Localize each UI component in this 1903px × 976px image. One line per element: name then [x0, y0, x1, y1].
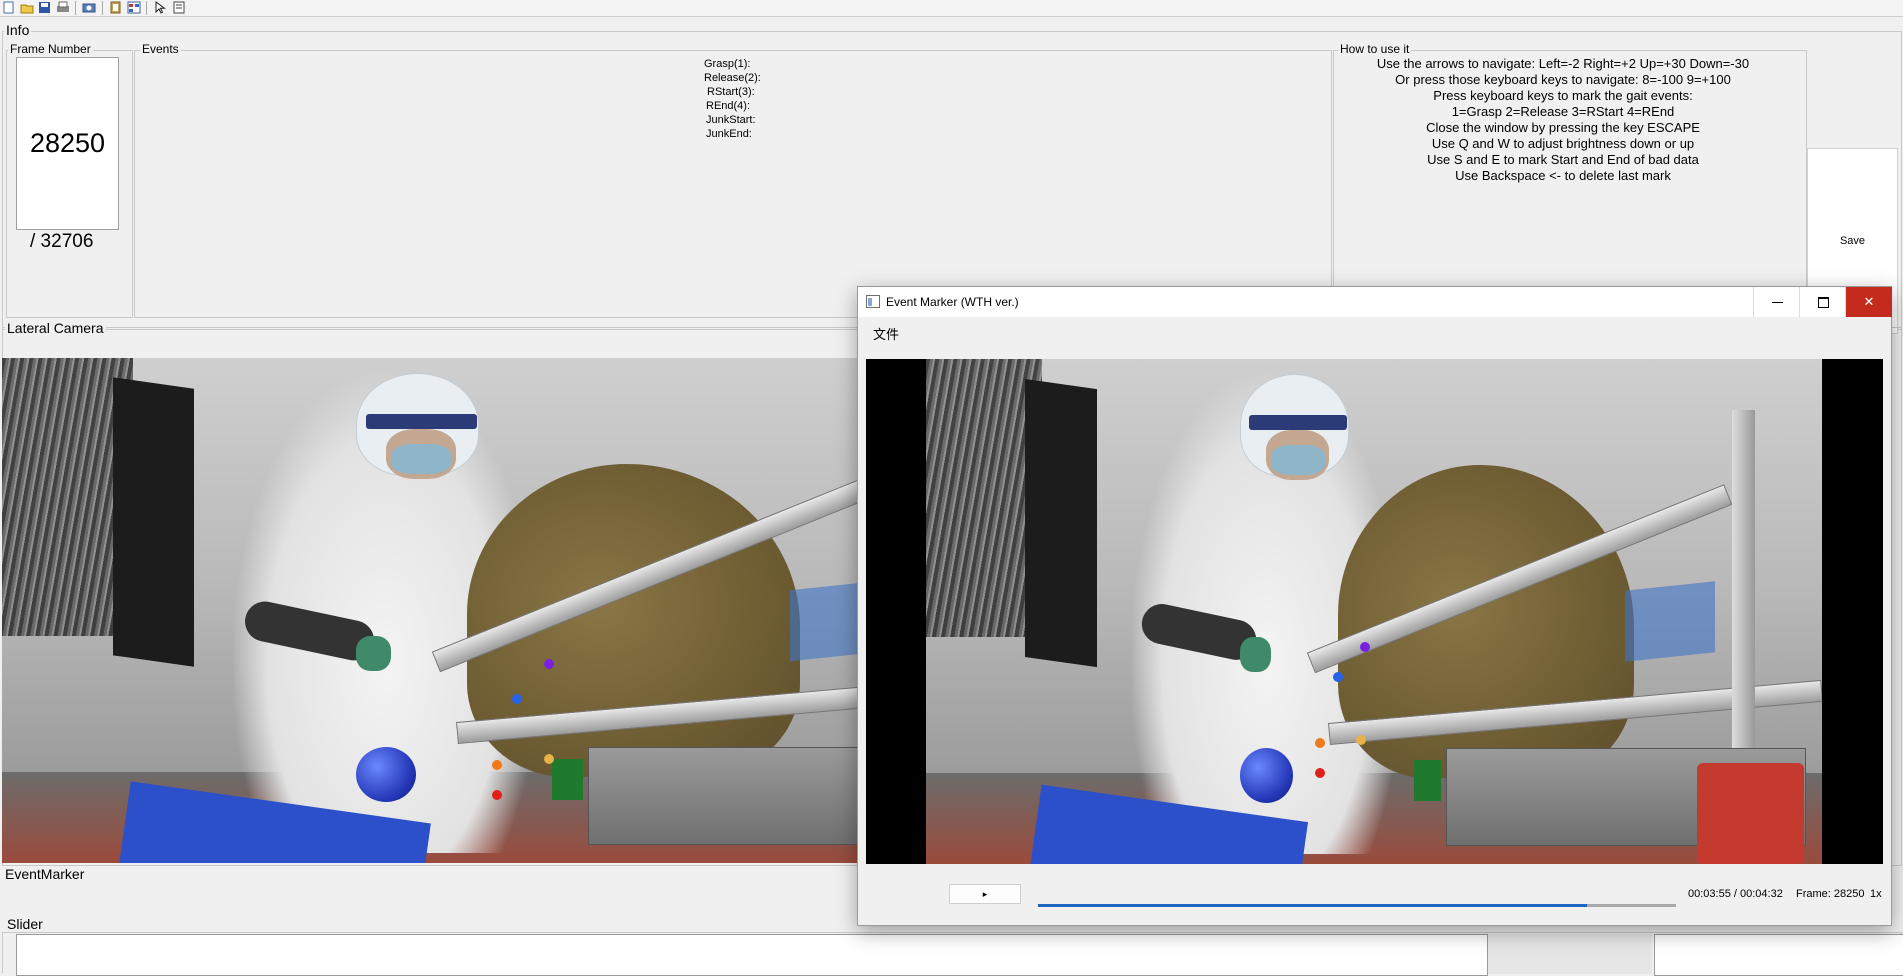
tracking-marker [512, 693, 523, 704]
howto-line: Close the window by pressing the key ESC… [1426, 120, 1700, 135]
howto-line: Use Q and W to adjust brightness down or… [1431, 136, 1695, 151]
video-player[interactable] [866, 359, 1883, 864]
print-icon[interactable] [56, 1, 70, 14]
play-button[interactable]: ▸ [949, 884, 1021, 904]
events-title: Events [140, 42, 181, 56]
open-icon[interactable] [20, 1, 34, 14]
event-rend-label: REnd(4): [706, 100, 751, 112]
eventmarker-label: EventMarker [5, 866, 85, 882]
menu-file[interactable]: 文件 [873, 324, 899, 343]
slider-segment [1488, 934, 1652, 974]
minimize-icon [1771, 301, 1783, 303]
tracking-marker [491, 789, 502, 800]
event-junkstart-label: JunkStart: [706, 114, 756, 126]
time-display: 00:03:55 / 00:04:32 [1688, 888, 1783, 900]
howto-title: How to use it [1338, 42, 1412, 56]
howto-instructions: Use the arrows to navigate: Left=-2 Righ… [1338, 56, 1788, 184]
event-junkend-label: JunkEnd: [706, 128, 752, 140]
howto-line: 1=Grasp 2=Release 3=RStart 4=REnd [1451, 104, 1675, 119]
close-icon: ✕ [1863, 294, 1875, 309]
event-release-label: Release(2): [704, 72, 761, 84]
clipboard-icon[interactable] [109, 1, 123, 14]
howto-line: Use Backspace <- to delete last mark [1455, 168, 1671, 183]
event-grasp-label: Grasp(1): [704, 58, 751, 70]
video-frame-image [926, 359, 1822, 864]
info-title: Info [4, 22, 32, 38]
grid-icon[interactable] [127, 1, 141, 14]
seek-bar[interactable] [1038, 904, 1676, 907]
tracking-marker [544, 658, 555, 669]
tracking-marker [1315, 737, 1326, 748]
window-title: Event Marker (WTH ver.) [886, 295, 1019, 309]
maximize-icon [1817, 296, 1829, 308]
maximize-button[interactable] [1799, 287, 1846, 317]
howto-line: Press keyboard keys to mark the gait eve… [1433, 88, 1693, 103]
save-icon[interactable] [38, 1, 52, 14]
camera-icon[interactable] [82, 1, 96, 14]
tracking-marker [1360, 641, 1371, 652]
playback-speed[interactable]: 1x [1870, 888, 1882, 900]
slider-title: Slider [5, 916, 45, 932]
toolbar [0, 0, 1903, 17]
frame-number-title: Frame Number [8, 42, 93, 56]
total-frames: / 32706 [30, 231, 94, 252]
seek-bar-progress [1038, 904, 1587, 907]
new-icon[interactable] [2, 1, 16, 14]
howto-line: Use S and E to mark Start and End of bad… [1427, 152, 1699, 167]
howto-line: Or press those keyboard keys to navigate… [1395, 72, 1731, 87]
app-icon [866, 295, 880, 311]
window-titlebar[interactable]: Event Marker (WTH ver.) ✕ [858, 287, 1892, 317]
event-rstart-label: RStart(3): [707, 86, 755, 98]
howto-line: Use the arrows to navigate: Left=-2 Righ… [1376, 56, 1750, 71]
tracking-marker [1355, 735, 1366, 746]
minimize-button[interactable] [1753, 287, 1800, 317]
event-marker-window: Event Marker (WTH ver.) ✕ 文件 ▸ 00:03:55 … [857, 286, 1892, 926]
document-list-icon[interactable] [172, 1, 186, 14]
tracking-marker [491, 759, 502, 770]
frame-display: Frame: 28250 [1796, 888, 1865, 900]
lateral-camera-title: Lateral Camera [5, 320, 106, 336]
play-icon: ▸ [982, 888, 988, 899]
current-frame-display: 28250 [16, 57, 119, 230]
close-button[interactable]: ✕ [1845, 287, 1892, 317]
pointer-icon[interactable] [153, 1, 167, 14]
